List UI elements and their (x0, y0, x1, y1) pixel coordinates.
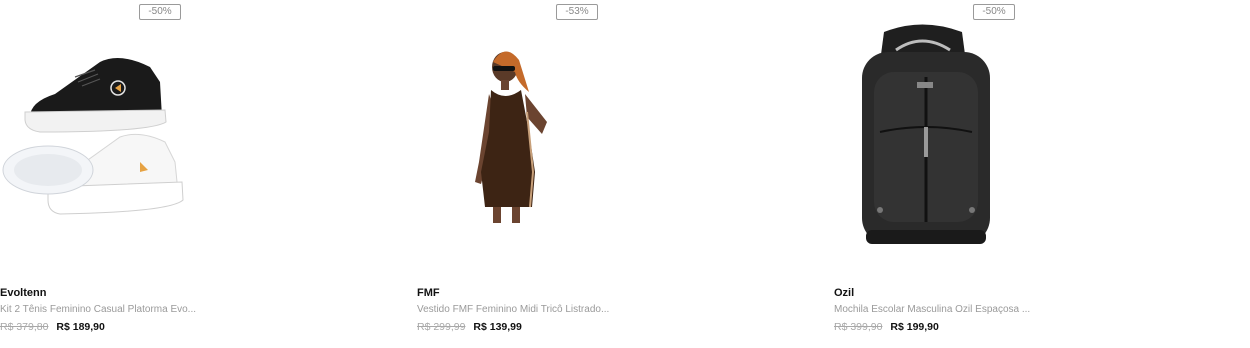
product-brand: Evoltenn (0, 287, 47, 299)
sale-price: R$ 199,90 (890, 321, 939, 333)
product-grid: -50% Evoltenn Kit 2 Tênis Feminino Casua… (0, 0, 1250, 348)
discount-badge: -50% (139, 4, 181, 20)
product-title[interactable]: Mochila Escolar Masculina Ozil Espaçosa … (834, 304, 1214, 315)
product-title[interactable]: Kit 2 Tênis Feminino Casual Platorma Evo… (0, 304, 380, 315)
product-image[interactable] (417, 22, 777, 272)
sneakers-image (2, 58, 184, 215)
product-brand: FMF (417, 287, 440, 299)
old-price: R$ 399,90 (834, 321, 883, 333)
sale-price: R$ 139,99 (473, 321, 522, 333)
product-brand: Ozil (834, 287, 855, 299)
discount-badge: -53% (556, 4, 598, 20)
product-card[interactable]: -53% FMF Vestido FMF Feminino Midi Tricô… (417, 0, 817, 348)
price-row: R$ 379,80 R$ 189,90 (0, 321, 105, 333)
price-row: R$ 399,90 R$ 199,90 (834, 321, 939, 333)
product-image[interactable] (834, 22, 1194, 272)
old-price: R$ 299,99 (417, 321, 466, 333)
discount-badge: -50% (973, 4, 1015, 20)
price-row: R$ 299,99 R$ 139,99 (417, 321, 522, 333)
product-card[interactable]: -50% Ozil Mochila Escolar Masculina Ozil… (834, 0, 1234, 348)
backpack-image (862, 24, 990, 244)
product-image[interactable] (0, 22, 360, 272)
dress-image (475, 51, 547, 223)
sale-price: R$ 189,90 (56, 321, 105, 333)
product-card[interactable]: -50% Evoltenn Kit 2 Tênis Feminino Casua… (0, 0, 400, 348)
product-title[interactable]: Vestido FMF Feminino Midi Tricô Listrado… (417, 304, 797, 315)
old-price: R$ 379,80 (0, 321, 49, 333)
